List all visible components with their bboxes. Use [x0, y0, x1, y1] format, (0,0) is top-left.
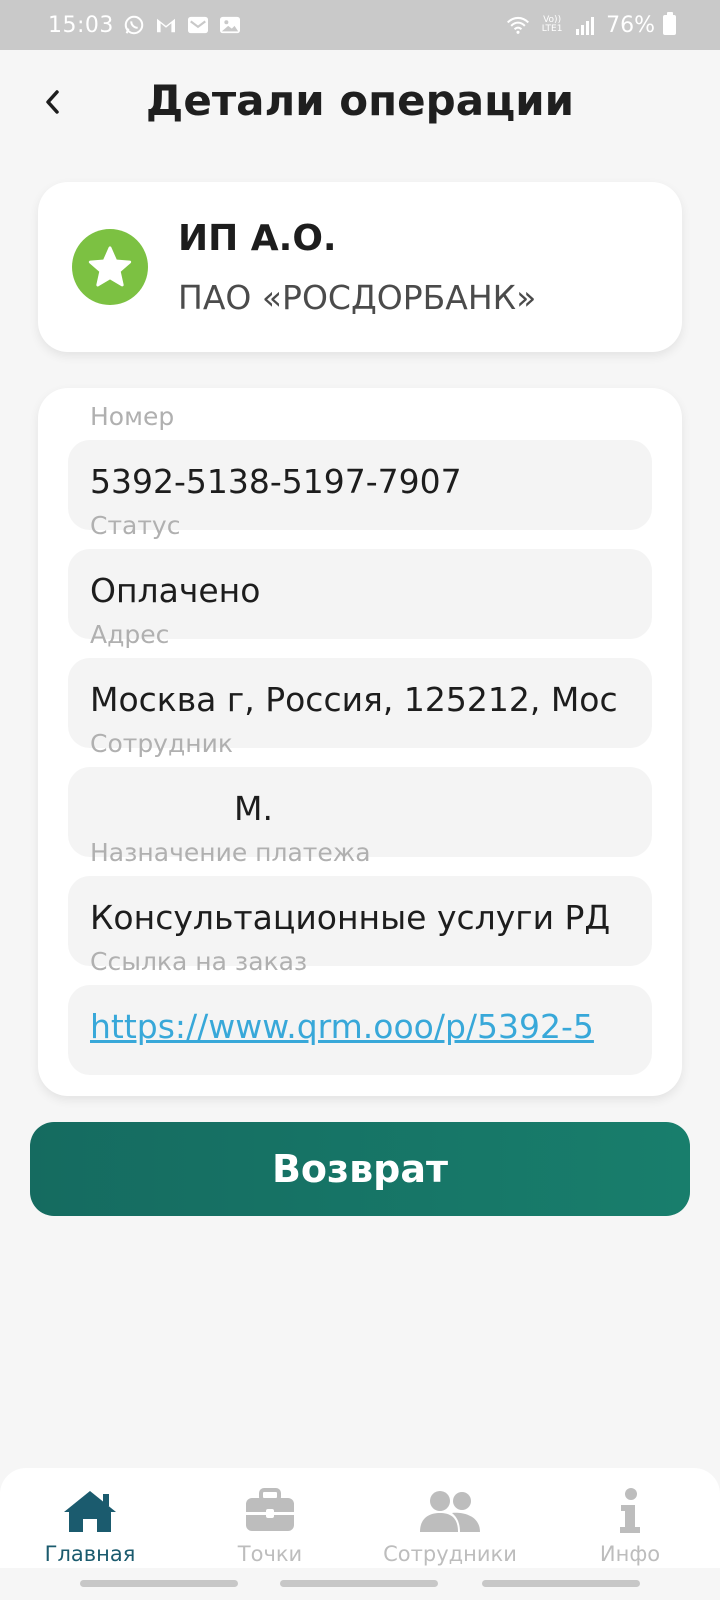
status-bar-left: 15:03 — [48, 13, 242, 38]
nav-item-info[interactable]: Инфо — [540, 1468, 720, 1568]
nav-label: Точки — [237, 1542, 303, 1566]
nav-label: Главная — [44, 1542, 136, 1566]
refund-button[interactable]: Возврат — [30, 1122, 690, 1216]
system-nav-bar-left[interactable] — [80, 1580, 238, 1587]
battery-icon — [663, 12, 676, 35]
home-icon — [58, 1486, 122, 1536]
field-label: Ссылка на заказ — [90, 947, 308, 976]
system-nav-bar-right[interactable] — [482, 1580, 640, 1587]
bottom-nav: Главная Точки Сотрудники Инфо — [0, 1468, 720, 1568]
wifi-icon — [506, 13, 530, 37]
system-nav-bar-center[interactable] — [280, 1580, 438, 1587]
mail-icon — [186, 13, 210, 37]
status-bar-right: Vo)) LTE1 76% — [506, 12, 676, 38]
info-icon — [598, 1486, 662, 1536]
field-box: https://www.qrm.ooo/p/5392-5 — [68, 985, 652, 1075]
merchant-bank: ПАО «РОСДОРБАНК» — [178, 278, 537, 317]
header: Детали операции — [0, 50, 720, 160]
field-label: Назначение платежа — [90, 838, 371, 867]
status-bar: 15:03 Vo)) LTE1 76% — [0, 0, 720, 50]
order-link[interactable]: https://www.qrm.ooo/p/5392-5 — [90, 1007, 630, 1046]
field-label: Адрес — [90, 620, 170, 649]
briefcase-icon — [238, 1486, 302, 1536]
field-value: Оплачено — [90, 571, 261, 610]
nav-item-points[interactable]: Точки — [180, 1468, 360, 1568]
nav-label: Инфо — [599, 1542, 661, 1566]
gmail-icon — [154, 13, 178, 37]
page-title: Детали операции — [145, 76, 575, 125]
field-label: Номер — [90, 402, 175, 431]
field-value: 5392-5138-5197-7907 — [90, 462, 462, 501]
battery-percent: 76% — [606, 12, 655, 38]
gallery-icon — [218, 13, 242, 37]
nav-label: Сотрудники — [383, 1542, 517, 1566]
users-icon — [418, 1486, 482, 1536]
field-label: Сотрудник — [90, 729, 233, 758]
status-time: 15:03 — [48, 12, 114, 38]
field-value: М. — [234, 789, 273, 828]
details-card: Номер 5392-5138-5197-7907 Статус Оплачен… — [38, 388, 682, 1096]
lte-indicator: Vo)) LTE1 — [541, 15, 563, 34]
whatsapp-icon — [122, 13, 146, 37]
signal-icon — [574, 13, 598, 37]
merchant-card: ИП А.О. ПАО «РОСДОРБАНК» — [38, 182, 682, 352]
field-label: Статус — [90, 511, 181, 540]
nav-item-employees[interactable]: Сотрудники — [360, 1468, 540, 1568]
nav-item-home[interactable]: Главная — [0, 1468, 180, 1568]
merchant-name: ИП А.О. — [178, 218, 337, 259]
star-icon — [72, 229, 148, 305]
field-value: Консультационные услуги РД — [90, 898, 611, 937]
field-value: Москва г, Россия, 125212, Мос — [90, 680, 618, 719]
